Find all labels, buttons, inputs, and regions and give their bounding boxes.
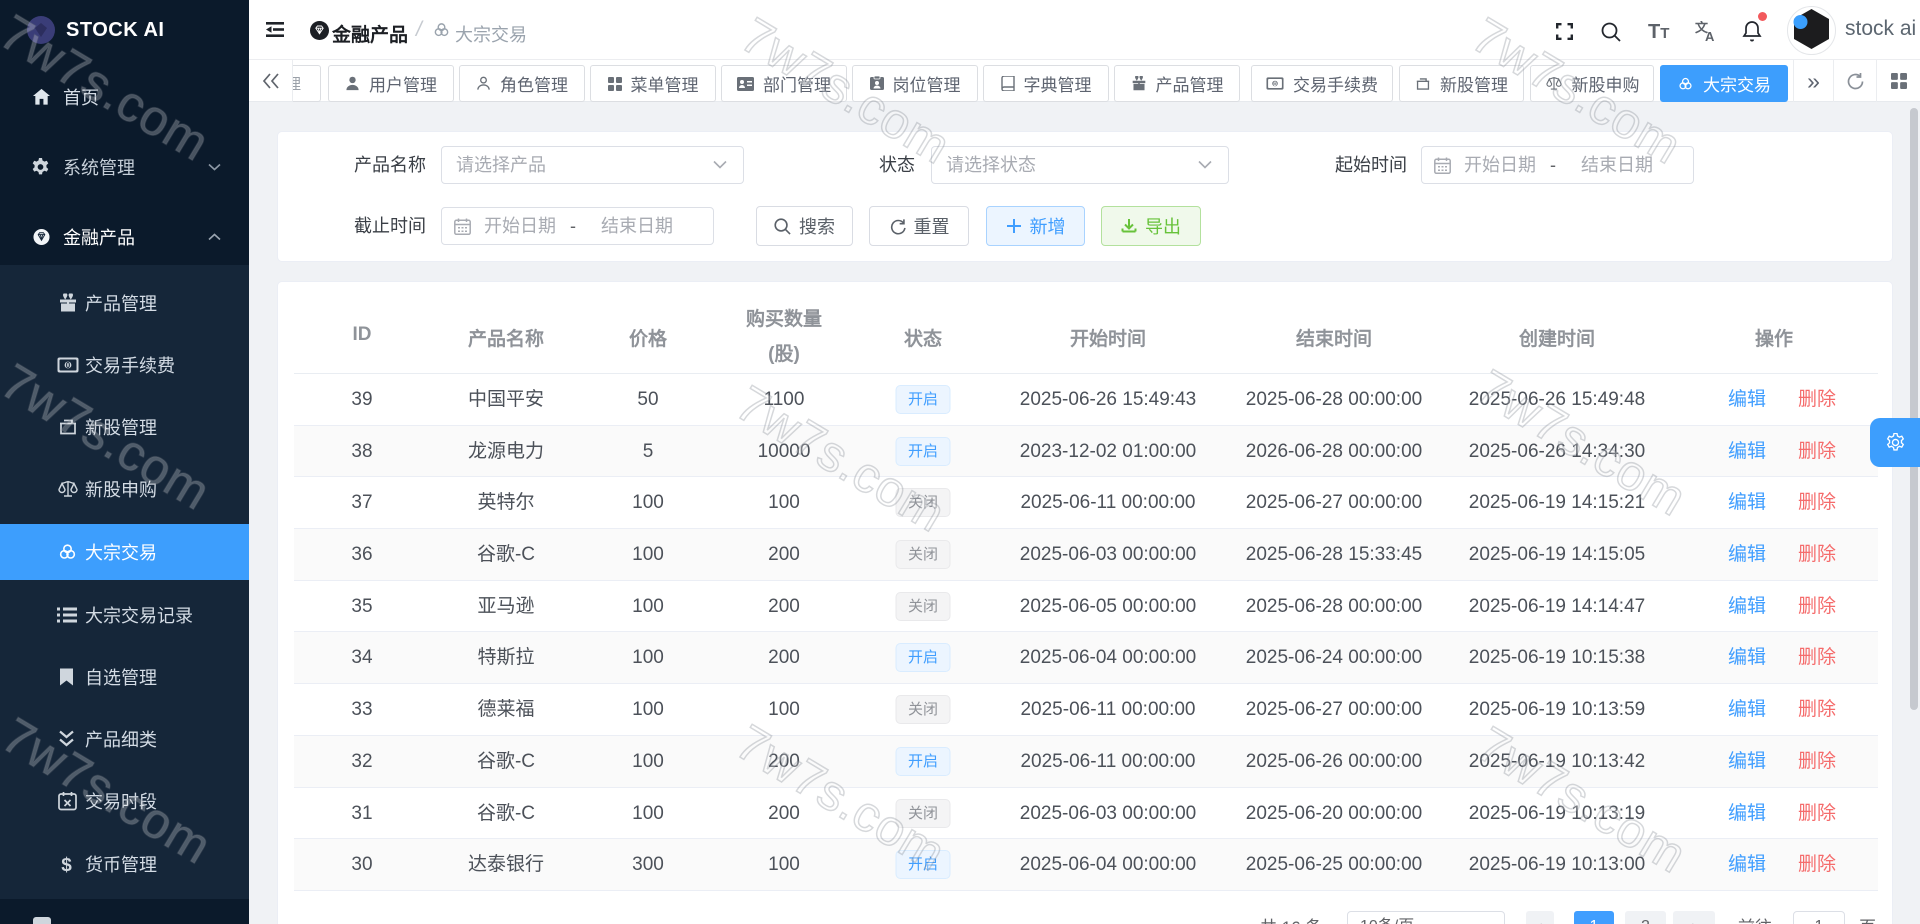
svg-text:0: 0 (66, 361, 71, 370)
svg-text:A: A (1705, 29, 1715, 42)
svg-text:$: $ (61, 855, 72, 874)
svg-text:0: 0 (1273, 81, 1277, 88)
